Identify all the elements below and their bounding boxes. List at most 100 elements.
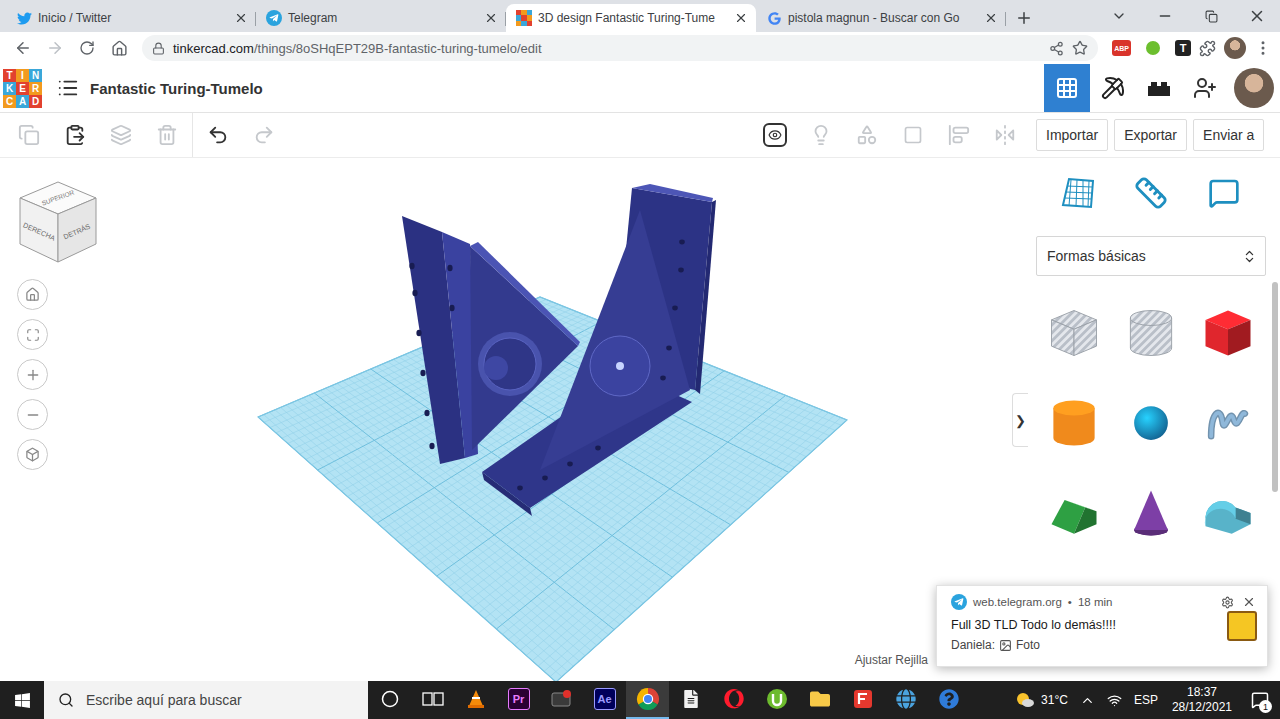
- bracket-model[interactable]: [402, 184, 716, 516]
- utorrent-taskbar-button[interactable]: [755, 681, 798, 719]
- home-view-button[interactable]: [17, 279, 48, 310]
- shape-tile[interactable]: [1196, 391, 1260, 455]
- action-button[interactable]: Importar: [1036, 119, 1108, 151]
- workplane-button[interactable]: [1056, 171, 1100, 215]
- invite-button[interactable]: [1182, 64, 1228, 112]
- language-button[interactable]: ESP: [1128, 681, 1164, 719]
- close-tab-icon[interactable]: [234, 11, 248, 25]
- notification-close-button[interactable]: [1241, 594, 1257, 610]
- google-icon: [766, 10, 782, 26]
- ungroup-button[interactable]: [890, 117, 936, 153]
- profile-avatar[interactable]: [1224, 37, 1246, 59]
- new-tab-button[interactable]: [1010, 4, 1038, 32]
- tab-search-button[interactable]: [1096, 0, 1142, 32]
- close-tab-icon[interactable]: [484, 11, 498, 25]
- record-taskbar-button[interactable]: [540, 681, 583, 719]
- extension-dot-icon[interactable]: [1146, 41, 1160, 55]
- star-icon[interactable]: [1072, 40, 1088, 56]
- shape-tile[interactable]: [1119, 391, 1183, 455]
- restore-icon: [1205, 10, 1218, 23]
- design-canvas[interactable]: SUPERIORDERECHADETRÁS Ajustar Rejilla ❯: [0, 158, 1028, 681]
- fit-view-button[interactable]: [17, 319, 48, 350]
- back-button[interactable]: [8, 34, 38, 62]
- explorer-taskbar-button[interactable]: [798, 681, 841, 719]
- close-tab-icon[interactable]: [984, 11, 998, 25]
- close-window-button[interactable]: [1234, 0, 1280, 32]
- mirror-button[interactable]: [982, 117, 1028, 153]
- group-button[interactable]: [844, 117, 890, 153]
- 3d-design-mode-button[interactable]: [1044, 64, 1090, 112]
- duplicate-button[interactable]: [98, 117, 144, 153]
- snap-grid-label[interactable]: Ajustar Rejilla: [855, 653, 928, 667]
- browser-tab[interactable]: 3D design Fantastic Turing-Tume: [506, 4, 756, 32]
- minimize-button[interactable]: [1142, 0, 1188, 32]
- shape-tile[interactable]: [1196, 481, 1260, 545]
- cortana-taskbar-button[interactable]: [368, 681, 411, 719]
- shape-tile[interactable]: [1042, 391, 1106, 455]
- bricks-mode-button[interactable]: [1136, 64, 1182, 112]
- forward-button[interactable]: [40, 34, 70, 62]
- zoom-out-button[interactable]: [17, 399, 48, 430]
- notes-button[interactable]: [752, 117, 798, 153]
- perspective-button[interactable]: [17, 439, 48, 470]
- action-button[interactable]: Enviar a: [1193, 119, 1264, 151]
- taskbar-search[interactable]: Escribe aquí para buscar: [44, 681, 368, 719]
- close-tab-icon[interactable]: [734, 11, 748, 25]
- extensions-icon[interactable]: [1199, 40, 1216, 57]
- shape-tile[interactable]: [1042, 481, 1106, 545]
- copy-button[interactable]: [6, 117, 52, 153]
- view-cube[interactable]: SUPERIORDERECHADETRÁS: [18, 180, 98, 264]
- vlc-taskbar-button[interactable]: [454, 681, 497, 719]
- foxit-taskbar-button[interactable]: [841, 681, 884, 719]
- globe-taskbar-button[interactable]: [884, 681, 927, 719]
- browser-tab[interactable]: Inicio / Twitter: [6, 4, 256, 32]
- adblock-extension[interactable]: ABP: [1112, 40, 1131, 56]
- collapse-panel-button[interactable]: ❯: [1012, 393, 1028, 447]
- design-list-button[interactable]: [48, 68, 88, 108]
- start-button[interactable]: [0, 681, 44, 719]
- action-button[interactable]: Exportar: [1114, 119, 1187, 151]
- lights-button[interactable]: [798, 117, 844, 153]
- undo-button[interactable]: [195, 117, 241, 153]
- panel-scrollbar[interactable]: [1272, 158, 1280, 681]
- t-extension[interactable]: T: [1175, 40, 1191, 56]
- delete-button[interactable]: [144, 117, 190, 153]
- notes-button[interactable]: [1202, 171, 1246, 215]
- weather[interactable]: 31°C: [1009, 681, 1074, 719]
- shape-tile[interactable]: [1119, 301, 1183, 365]
- help-taskbar-button[interactable]: [927, 681, 970, 719]
- shape-category-select[interactable]: Formas básicas: [1036, 236, 1266, 276]
- zoom-in-button[interactable]: [17, 359, 48, 390]
- premiere-taskbar-button[interactable]: Pr: [497, 681, 540, 719]
- chrome-taskbar-button[interactable]: [626, 681, 669, 719]
- design-title[interactable]: Fantastic Turing-Tumelo: [90, 80, 263, 97]
- url-field[interactable]: tinkercad.com/things/8oSHqEPT29B-fantast…: [142, 35, 1098, 61]
- shape-tile[interactable]: [1119, 481, 1183, 545]
- align-button[interactable]: [936, 117, 982, 153]
- action-center-button[interactable]: 1: [1240, 681, 1280, 719]
- paste-button[interactable]: [52, 117, 98, 153]
- blocks-mode-button[interactable]: [1090, 64, 1136, 112]
- toast-notification[interactable]: web.telegram.org•18 minFull 3D TLD Todo …: [936, 585, 1268, 667]
- restore-button[interactable]: [1188, 0, 1234, 32]
- menu-icon[interactable]: [1254, 39, 1272, 57]
- hidden-icons-button[interactable]: [1074, 681, 1101, 719]
- shape-tile[interactable]: [1196, 301, 1260, 365]
- ruler-button[interactable]: [1129, 171, 1173, 215]
- share-icon[interactable]: [1049, 41, 1064, 56]
- home-button[interactable]: [104, 34, 134, 62]
- shape-tile[interactable]: [1042, 301, 1106, 365]
- clock[interactable]: 18:3728/12/2021: [1164, 685, 1240, 715]
- opera-taskbar-button[interactable]: [712, 681, 755, 719]
- redo-button[interactable]: [241, 117, 287, 153]
- file-taskbar-button[interactable]: [669, 681, 712, 719]
- aftereffects-taskbar-button[interactable]: Ae: [583, 681, 626, 719]
- notification-settings-button[interactable]: [1219, 594, 1235, 610]
- user-avatar[interactable]: [1234, 68, 1274, 108]
- browser-tab[interactable]: Telegram: [256, 4, 506, 32]
- taskview-taskbar-button[interactable]: [411, 681, 454, 719]
- tinkercad-logo[interactable]: TINKERCAD: [3, 69, 42, 108]
- network-button[interactable]: [1101, 681, 1128, 719]
- browser-tab[interactable]: pistola magnun - Buscar con Go: [756, 4, 1006, 32]
- reload-button[interactable]: [72, 34, 102, 62]
